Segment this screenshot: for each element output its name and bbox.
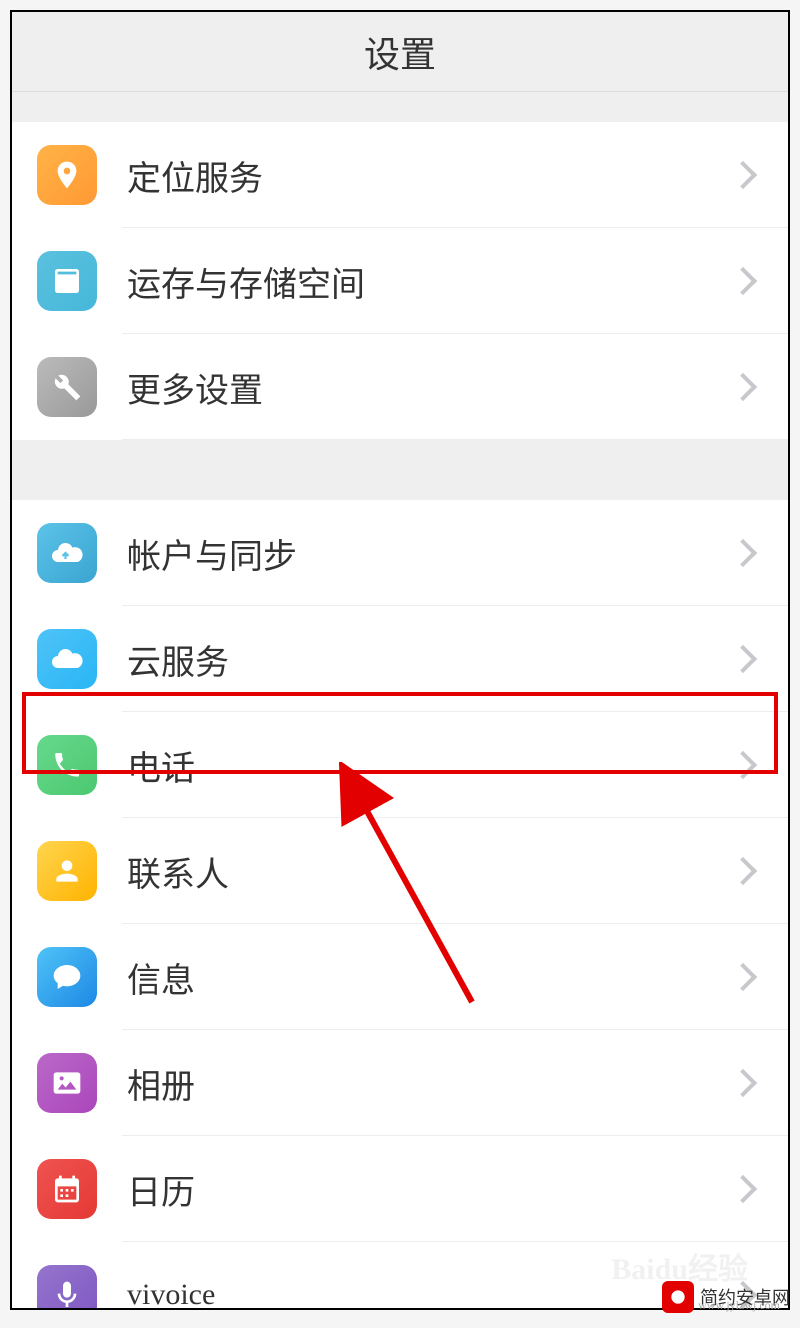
chevron-right-icon [729, 857, 757, 885]
mic-icon [37, 1265, 97, 1310]
page-title: 设置 [364, 26, 436, 78]
chevron-right-icon [729, 1069, 757, 1097]
footer-icon [662, 1281, 694, 1313]
gallery-icon [37, 1053, 97, 1113]
settings-label: 日历 [127, 1165, 733, 1214]
phone-icon [37, 735, 97, 795]
settings-label: 云服务 [127, 635, 733, 684]
person-icon [37, 841, 97, 901]
settings-screen: 设置 定位服务 运存与存储空间 更多设置 帐户与同步 [10, 10, 790, 1310]
storage-icon [37, 251, 97, 311]
cloud-icon [37, 629, 97, 689]
settings-item-cloud[interactable]: 云服务 [12, 606, 788, 712]
location-icon [37, 145, 97, 205]
footer-url: www.jylzwj.com [698, 1298, 780, 1313]
chevron-right-icon [729, 267, 757, 295]
settings-item-storage[interactable]: 运存与存储空间 [12, 228, 788, 334]
chevron-right-icon [729, 645, 757, 673]
section-gap [12, 440, 788, 500]
settings-label: 更多设置 [127, 363, 733, 412]
settings-item-gallery[interactable]: 相册 [12, 1030, 788, 1136]
settings-item-phone[interactable]: 电话 [12, 712, 788, 818]
settings-label: 相册 [127, 1059, 733, 1108]
chevron-right-icon [729, 539, 757, 567]
settings-label: 定位服务 [127, 151, 733, 200]
chevron-right-icon [729, 1175, 757, 1203]
settings-label: 运存与存储空间 [127, 257, 733, 306]
calendar-icon [37, 1159, 97, 1219]
settings-item-more[interactable]: 更多设置 [12, 334, 788, 440]
settings-item-messages[interactable]: 信息 [12, 924, 788, 1030]
settings-item-calendar[interactable]: 日历 [12, 1136, 788, 1242]
settings-label: 信息 [127, 953, 733, 1002]
chevron-right-icon [729, 751, 757, 779]
chevron-right-icon [729, 161, 757, 189]
wrench-icon [37, 357, 97, 417]
chevron-right-icon [729, 373, 757, 401]
settings-label: 联系人 [127, 847, 733, 896]
settings-label: 帐户与同步 [127, 529, 733, 578]
section-gap [12, 92, 788, 122]
settings-item-location[interactable]: 定位服务 [12, 122, 788, 228]
cloud-sync-icon [37, 523, 97, 583]
footer-branding: 简约安卓网 www.jylzwj.com [662, 1281, 790, 1313]
settings-label: 电话 [127, 741, 733, 790]
settings-item-contacts[interactable]: 联系人 [12, 818, 788, 924]
settings-item-account[interactable]: 帐户与同步 [12, 500, 788, 606]
chevron-right-icon [729, 963, 757, 991]
message-icon [37, 947, 97, 1007]
header: 设置 [12, 12, 788, 92]
